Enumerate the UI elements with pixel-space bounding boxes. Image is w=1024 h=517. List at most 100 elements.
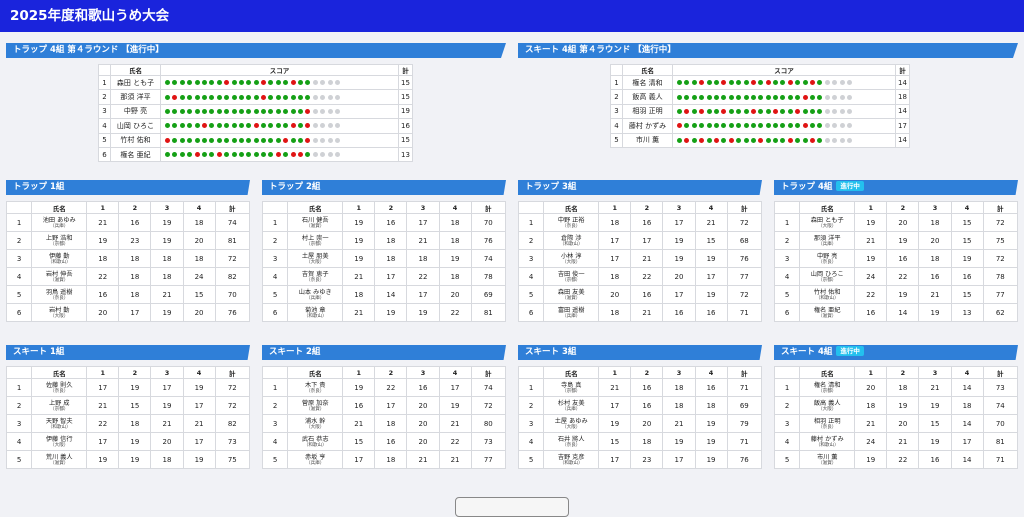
table-row[interactable]: 5 竹村 佑和 15 bbox=[98, 132, 413, 148]
table-row[interactable]: 3 相羽 正明 14 bbox=[610, 103, 910, 120]
shooter-cell: 山岡 ひろこ （京都） bbox=[799, 267, 856, 286]
table-row[interactable]: 4 武石 恭志 （和歌山） 15 16 20 22 73 bbox=[261, 432, 507, 451]
table-row[interactable]: 1 寺島 真（京都） 21 16 18 16 71 bbox=[517, 378, 763, 397]
shooter-prefecture: （和歌山） bbox=[47, 260, 71, 265]
hit-dot bbox=[684, 123, 690, 129]
table-row[interactable]: 6 菊池 章（和歌山） 21 19 19 22 81 bbox=[261, 303, 507, 322]
table-row[interactable]: 1 森田 とも子 （大阪） 19 20 18 15 72 bbox=[773, 213, 1019, 232]
table-row[interactable]: 4 伊藤 信行 （大阪） 17 19 20 17 73 bbox=[5, 432, 251, 451]
table-row[interactable]: 5 市川 薫 14 bbox=[610, 132, 910, 148]
table-row[interactable]: 4 石井 將人 （奈良） 15 18 19 19 71 bbox=[517, 432, 763, 451]
table-row[interactable]: 2 那須 洋平 15 bbox=[98, 89, 413, 105]
table-row[interactable]: 2 杉村 友美 （兵庫） 17 16 18 18 69 bbox=[517, 396, 763, 415]
table-row[interactable]: 3 中野 亮 19 bbox=[98, 103, 413, 120]
table-row[interactable]: 1 権名 清和 （京都） 20 18 21 14 73 bbox=[773, 378, 1019, 397]
hit-dot bbox=[795, 94, 801, 100]
table-row[interactable]: 4 岩村 伸吾 （滋賀） 22 18 18 24 82 bbox=[5, 267, 251, 286]
group-label: スキート 1組 bbox=[13, 347, 65, 357]
table-row[interactable]: 2 飯高 義人 18 bbox=[610, 89, 910, 105]
shooter-name: 藤村 かずみ bbox=[810, 436, 844, 443]
row-number: 1 bbox=[517, 378, 545, 397]
hit-dot bbox=[795, 137, 801, 143]
table-row[interactable]: 3 相羽 正明 （奈良） 21 20 15 14 70 bbox=[773, 414, 1019, 433]
hit-dot bbox=[275, 123, 281, 129]
header-round: 4 bbox=[182, 201, 216, 214]
table-row[interactable]: 2 倉際 渉（和歌山） 17 17 19 15 68 bbox=[517, 231, 763, 250]
table-row[interactable]: 1 木下 貴（奈良） 19 22 16 17 74 bbox=[261, 378, 507, 397]
table-row[interactable]: 1 石川 健吾 （滋賀） 19 16 17 18 70 bbox=[261, 213, 507, 232]
table-row[interactable]: 3 浦水 幹（大阪） 21 18 20 21 80 bbox=[261, 414, 507, 433]
table-row[interactable]: 2 那須 洋平 （兵庫） 21 19 20 15 75 bbox=[773, 231, 1019, 250]
shooter-cell: 藤村 かずみ （和歌山） bbox=[799, 432, 856, 451]
table-row[interactable]: 5 森田 友美 （滋賀） 20 16 17 19 72 bbox=[517, 285, 763, 304]
table-row[interactable]: 3 土屋 あゆみ （大阪） 19 20 21 19 79 bbox=[517, 414, 763, 433]
table-row[interactable]: 2 飯高 義人 （大阪） 18 19 19 18 74 bbox=[773, 396, 1019, 415]
table-row[interactable]: 6 権名 亜紀 13 bbox=[98, 146, 413, 163]
round-score: 17 bbox=[598, 231, 632, 250]
table-row[interactable]: 1 池田 あゆみ （兵庫） 21 16 19 18 74 bbox=[5, 213, 251, 232]
table-row[interactable]: 3 小林 淳（大阪） 17 21 19 19 76 bbox=[517, 249, 763, 268]
pending-dot bbox=[832, 108, 838, 114]
table-row[interactable]: 5 羽鳥 遥樹 （奈良） 16 18 21 15 70 bbox=[5, 285, 251, 304]
header-round: 2 bbox=[630, 201, 664, 214]
hit-dot bbox=[290, 108, 296, 114]
shooter-cell: 森田 とも子 （大阪） bbox=[799, 213, 856, 232]
table-row[interactable]: 3 中野 亮（奈良） 19 16 18 19 72 bbox=[773, 249, 1019, 268]
table-row[interactable]: 1 佐藤 則久 （奈良） 17 19 17 19 72 bbox=[5, 378, 251, 397]
table-row[interactable]: 3 土屋 朋美 （大阪） 19 18 18 19 74 bbox=[261, 249, 507, 268]
more-button[interactable] bbox=[455, 497, 569, 517]
pending-dot bbox=[846, 137, 852, 143]
table-header-row: 氏名 1 2 3 4 計 bbox=[261, 366, 507, 379]
miss-dot bbox=[305, 108, 311, 114]
table-row[interactable]: 4 藤村 かずみ 17 bbox=[610, 118, 910, 134]
table-row[interactable]: 5 市川 薫（滋賀） 19 22 16 14 71 bbox=[773, 450, 1019, 469]
score-dots bbox=[672, 89, 896, 105]
table-row[interactable]: 2 上野 成（京都） 21 15 19 17 72 bbox=[5, 396, 251, 415]
table-row[interactable]: 4 山岡 ひろこ 16 bbox=[98, 118, 413, 134]
shooter-cell: 石井 將人 （奈良） bbox=[543, 432, 600, 451]
table-row[interactable]: 6 岩村 勤（大阪） 20 17 19 20 76 bbox=[5, 303, 251, 322]
table-row[interactable]: 2 菅原 加奈 （滋賀） 16 17 20 19 72 bbox=[261, 396, 507, 415]
total-score: 78 bbox=[982, 267, 1019, 286]
table-row[interactable]: 5 竹村 佑和 （和歌山） 22 19 21 15 77 bbox=[773, 285, 1019, 304]
table-row[interactable]: 4 吉賀 恵子 （奈良） 21 17 22 18 78 bbox=[261, 267, 507, 286]
table-row[interactable]: 2 村上 崇一 （京都） 19 18 21 18 76 bbox=[261, 231, 507, 250]
table-row[interactable]: 2 上野 浩和 （京都） 19 23 19 20 81 bbox=[5, 231, 251, 250]
pending-dot bbox=[312, 94, 318, 100]
table-row[interactable]: 3 伊藤 勤（和歌山） 18 18 18 18 72 bbox=[5, 249, 251, 268]
miss-dot bbox=[201, 123, 207, 129]
pending-dot bbox=[327, 94, 333, 100]
table-row[interactable]: 6 権名 亜紀 （滋賀） 16 14 19 13 62 bbox=[773, 303, 1019, 322]
table-row[interactable]: 1 権名 清和 14 bbox=[610, 74, 910, 91]
shooter-name: 森田 友美 bbox=[557, 289, 585, 296]
shooter-name: 上野 成 bbox=[48, 400, 70, 407]
table-row[interactable]: 1 森田 とも子 15 bbox=[98, 74, 413, 91]
table-row[interactable]: 5 山本 みゆき （兵庫） 18 14 17 20 69 bbox=[261, 285, 507, 304]
table-row[interactable]: 4 吉田 俊一 （京都） 18 22 20 17 77 bbox=[517, 267, 763, 286]
hit-dot bbox=[238, 108, 244, 114]
total-score: 70 bbox=[982, 414, 1019, 433]
hit-dot bbox=[706, 80, 712, 86]
shooter-name: 武石 恭志 bbox=[301, 436, 329, 443]
table-row[interactable]: 6 富田 遥樹 （兵庫） 18 21 16 16 71 bbox=[517, 303, 763, 322]
hit-dot bbox=[253, 108, 259, 114]
shooter-name: 那須 洋平 bbox=[813, 235, 841, 242]
round-score: 17 bbox=[630, 231, 664, 250]
table-row[interactable]: 3 天野 智夫 （和歌山） 22 18 21 21 82 bbox=[5, 414, 251, 433]
table-row[interactable]: 4 山岡 ひろこ （京都） 24 22 16 16 78 bbox=[773, 267, 1019, 286]
table-row[interactable]: 5 吉野 克彦 （和歌山） 17 23 17 19 76 bbox=[517, 450, 763, 469]
shooter-cell: 赤坂 亨（兵庫） bbox=[287, 450, 344, 469]
table-row[interactable]: 4 藤村 かずみ （和歌山） 24 21 19 17 81 bbox=[773, 432, 1019, 451]
total-score: 81 bbox=[470, 303, 507, 322]
table-row[interactable]: 1 中野 正裕 （奈良） 18 16 17 21 72 bbox=[517, 213, 763, 232]
table-row[interactable]: 5 荒川 義人 （滋賀） 19 19 18 19 75 bbox=[5, 450, 251, 469]
table-row[interactable]: 5 赤坂 亨（兵庫） 17 18 21 21 77 bbox=[261, 450, 507, 469]
current-round-panel: スキート 4組 第４ラウンド 【進行中】 氏名 スコア計 1 権名 清和 14 2 飯高 義人… bbox=[518, 43, 1018, 148]
hit-dot bbox=[246, 123, 252, 129]
pending-dot bbox=[312, 80, 318, 86]
shooter-name: 菅原 加奈 bbox=[301, 400, 329, 407]
round-score: 15 bbox=[950, 213, 984, 232]
group-table: 氏名 1 2 3 4 計 1 権名 清和 （京都） 20 18 21 14 73 2 飯高 義人 （大阪） 18 1… bbox=[773, 366, 1019, 469]
round-score: 18 bbox=[118, 414, 152, 433]
shooter-prefecture: （大阪） bbox=[818, 224, 837, 229]
